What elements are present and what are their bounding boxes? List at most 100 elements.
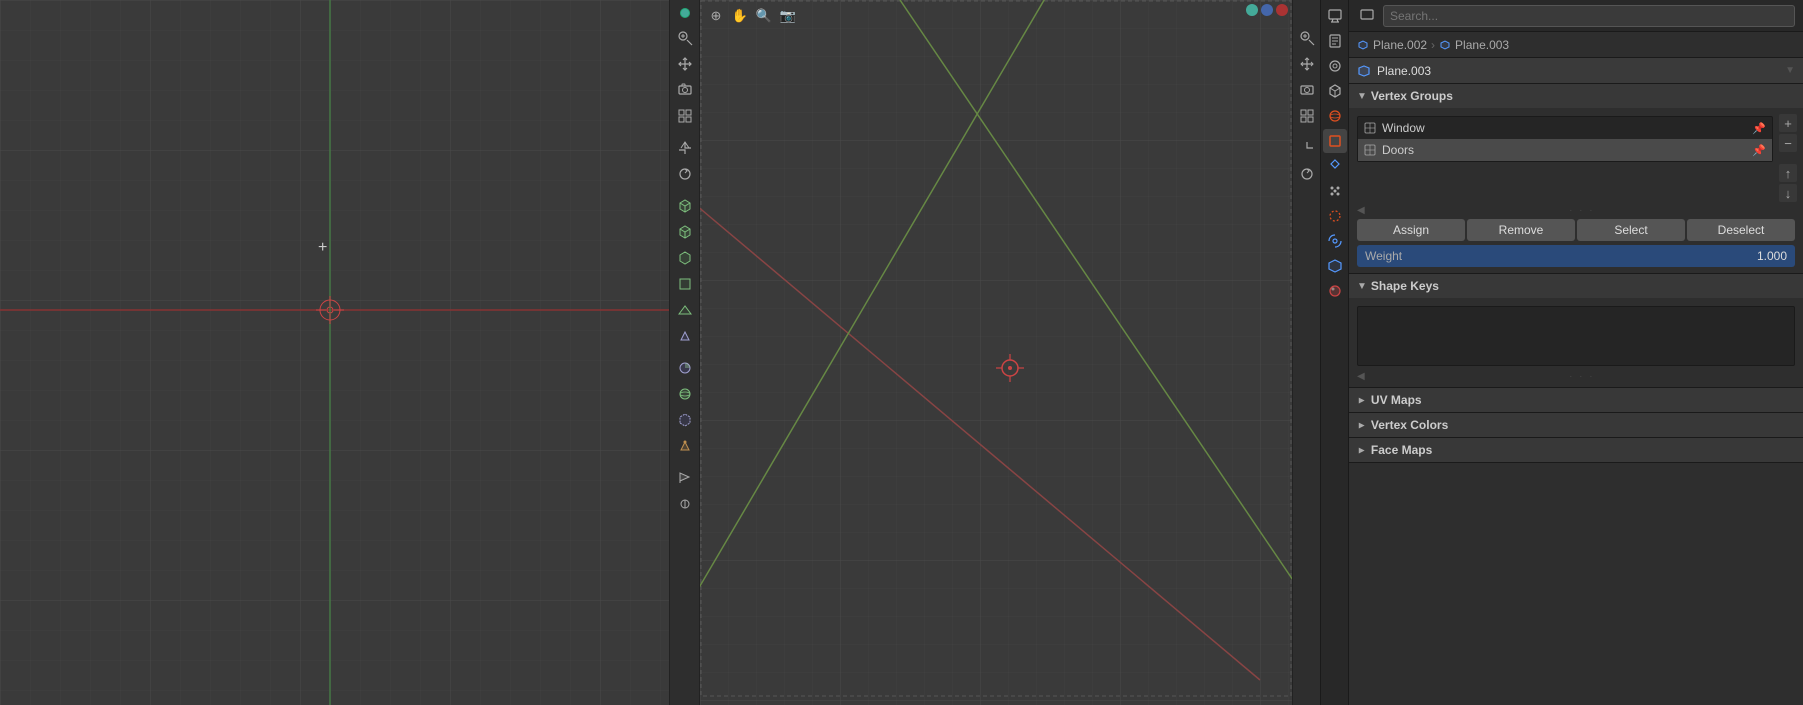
object-expand-btn[interactable]: ▼ [1785, 65, 1795, 76]
select-button[interactable]: Select [1577, 219, 1685, 241]
list-move-down-btn[interactable]: ↓ [1779, 184, 1797, 202]
toolbar-cube-d[interactable] [673, 272, 697, 296]
toolbar-pie[interactable] [673, 356, 697, 380]
uv-maps-section: ▼ UV Maps [1349, 388, 1803, 413]
3d-tool-rotate[interactable] [1295, 162, 1319, 186]
shape-keys-nav-left[interactable]: ◀ [1357, 371, 1365, 382]
vertex-groups-header[interactable]: ▼ Vertex Groups [1349, 84, 1803, 108]
list-move-up-btn[interactable]: ↑ [1779, 164, 1797, 182]
properties-side-tabs [1321, 0, 1349, 705]
toolbar-cube-f[interactable] [673, 324, 697, 348]
toolbar-special-a[interactable] [673, 434, 697, 458]
nav-rotate-widget[interactable]: ⊕ [706, 6, 726, 26]
face-maps-header[interactable]: ▼ Face Maps [1349, 438, 1803, 462]
vertex-group-window-label: Window [1382, 121, 1746, 135]
toolbar-cube-c[interactable] [673, 246, 697, 270]
props-tab-object[interactable] [1323, 129, 1347, 153]
shape-keys-nav-dots: · · · [1369, 371, 1795, 382]
toolbar-grid[interactable] [673, 104, 697, 128]
object-name-bar: Plane.003 ▼ [1349, 58, 1803, 84]
toolbar-camera[interactable] [673, 78, 697, 102]
shape-keys-arrow: ▼ [1357, 281, 1367, 292]
toolbar-flag[interactable] [673, 466, 697, 490]
vertex-groups-content: Window 📌 [1349, 108, 1803, 273]
view-icon[interactable] [1357, 6, 1377, 26]
weight-row: Weight 1.000 [1353, 243, 1799, 269]
right-3d-toolbar [1292, 0, 1320, 705]
vertex-groups-list: Window 📌 [1353, 112, 1777, 204]
props-tab-scene[interactable] [1323, 79, 1347, 103]
vertex-colors-header[interactable]: ▼ Vertex Colors [1349, 413, 1803, 437]
search-input[interactable] [1383, 5, 1795, 27]
3d-tool-camera[interactable] [1295, 78, 1319, 102]
remove-button[interactable]: Remove [1467, 219, 1575, 241]
right-viewport[interactable]: ⊕ ✋ 🔍 📷 [700, 0, 1320, 705]
vertex-groups-list-container: Window 📌 [1353, 112, 1799, 204]
vertex-colors-arrow: ▼ [1356, 420, 1367, 430]
vertex-group-action-buttons: Assign Remove Select Deselect [1353, 217, 1799, 243]
3d-tool-zoom[interactable] [1295, 26, 1319, 50]
toolbar-sphere[interactable] [673, 382, 697, 406]
toolbar-cube-e[interactable] [673, 298, 697, 322]
properties-scroll-area[interactable]: ▼ Vertex Groups [1349, 84, 1803, 705]
left-toolbar [670, 0, 700, 705]
breadcrumb-child[interactable]: Plane.003 [1439, 38, 1509, 52]
assign-button[interactable]: Assign [1357, 219, 1465, 241]
uv-maps-header[interactable]: ▼ UV Maps [1349, 388, 1803, 412]
breadcrumb: Plane.002 › Plane.003 [1349, 32, 1803, 58]
props-tab-render[interactable] [1323, 4, 1347, 28]
list-nav-left[interactable]: ◀ [1357, 205, 1365, 216]
nav-camera-widget[interactable]: 📷 [778, 6, 798, 26]
3d-tool-move[interactable] [1295, 136, 1319, 160]
list-add-btn[interactable]: + [1779, 114, 1797, 132]
vertex-groups-section: ▼ Vertex Groups [1349, 84, 1803, 274]
vertex-colors-section: ▼ Vertex Colors [1349, 413, 1803, 438]
3d-tool-pan[interactable] [1295, 52, 1319, 76]
face-maps-title: Face Maps [1371, 443, 1432, 457]
weight-label: Weight [1365, 249, 1402, 263]
shape-keys-header[interactable]: ▼ Shape Keys [1349, 274, 1803, 298]
vertex-group-window-pin[interactable]: 📌 [1752, 122, 1766, 135]
toolbar-zoom[interactable] [673, 26, 697, 50]
vertex-group-item-window[interactable]: Window 📌 [1358, 117, 1772, 139]
props-tab-constraints[interactable] [1323, 229, 1347, 253]
toolbar-rotate[interactable] [673, 162, 697, 186]
properties-content: Plane.002 › Plane.003 Plane.003 ▼ [1349, 0, 1803, 705]
breadcrumb-parent[interactable]: Plane.002 [1357, 38, 1427, 52]
color-dot-blue [1261, 4, 1273, 16]
face-maps-arrow: ▼ [1356, 445, 1367, 455]
props-tab-data[interactable] [1323, 254, 1347, 278]
3d-tool-grid[interactable] [1295, 104, 1319, 128]
toolbar-transform[interactable] [673, 136, 697, 160]
deselect-button[interactable]: Deselect [1687, 219, 1795, 241]
green-dot-indicator [680, 8, 690, 18]
shape-keys-title: Shape Keys [1371, 279, 1439, 293]
vertex-group-doors-pin[interactable]: 📌 [1752, 144, 1766, 157]
nav-pan-widget[interactable]: ✋ [730, 6, 750, 26]
vertex-group-doors-label: Doors [1382, 143, 1746, 157]
props-tab-view-layer[interactable] [1323, 54, 1347, 78]
toolbar-cube-b[interactable] [673, 220, 697, 244]
vertex-group-item-doors[interactable]: Doors 📌 [1358, 139, 1772, 161]
left-viewport[interactable]: + [0, 0, 670, 705]
props-tab-material[interactable] [1323, 279, 1347, 303]
toolbar-tool-bottom[interactable] [673, 492, 697, 516]
props-tab-modifier[interactable] [1323, 154, 1347, 178]
props-tab-particles[interactable] [1323, 179, 1347, 203]
shape-keys-list-nav: ◀ · · · [1353, 370, 1799, 383]
list-remove-btn[interactable]: − [1779, 134, 1797, 152]
toolbar-box-select[interactable] [673, 408, 697, 432]
weight-field[interactable]: Weight 1.000 [1357, 245, 1795, 267]
uv-maps-title: UV Maps [1371, 393, 1422, 407]
breadcrumb-separator: › [1431, 38, 1435, 52]
props-tab-physics[interactable] [1323, 204, 1347, 228]
vertex-groups-title: Vertex Groups [1371, 89, 1453, 103]
props-tab-world[interactable] [1323, 104, 1347, 128]
nav-zoom-widget[interactable]: 🔍 [754, 6, 774, 26]
toolbar-pan[interactable] [673, 52, 697, 76]
props-tab-output[interactable] [1323, 29, 1347, 53]
list-nav-dots: · · · [1369, 205, 1795, 216]
toolbar-cube-a[interactable] [673, 194, 697, 218]
shape-keys-section: ▼ Shape Keys ◀ · · · [1349, 274, 1803, 388]
vertex-colors-title: Vertex Colors [1371, 418, 1448, 432]
